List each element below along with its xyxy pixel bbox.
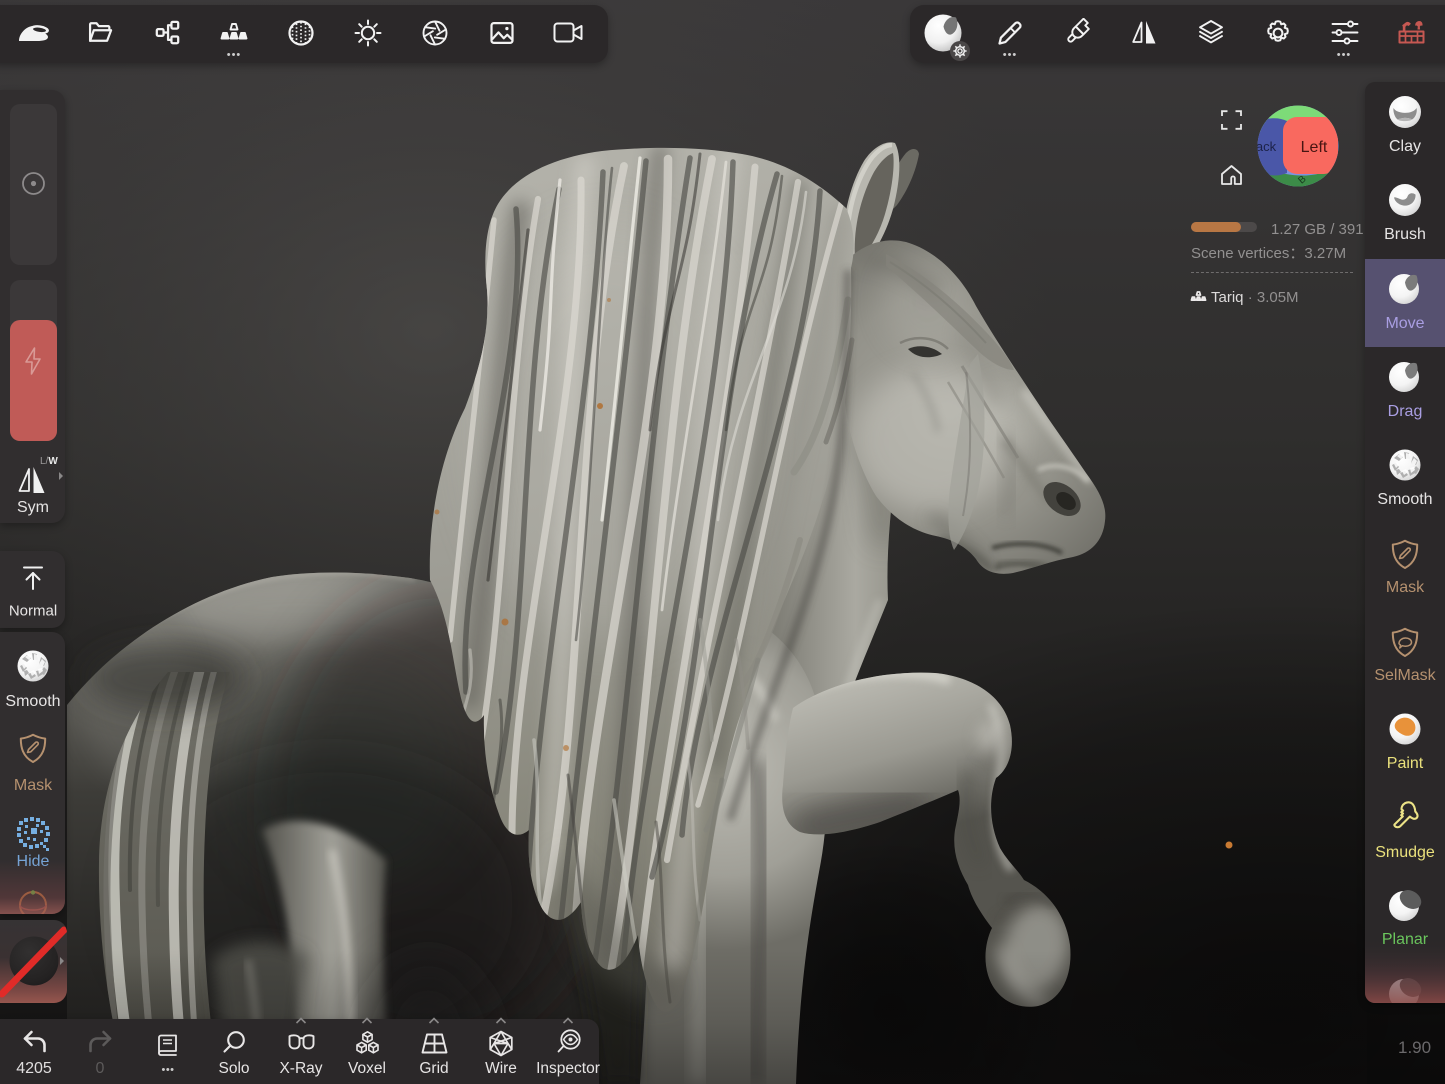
svg-text:ack: ack: [1257, 139, 1277, 154]
svg-text:Left: Left: [1301, 139, 1328, 156]
